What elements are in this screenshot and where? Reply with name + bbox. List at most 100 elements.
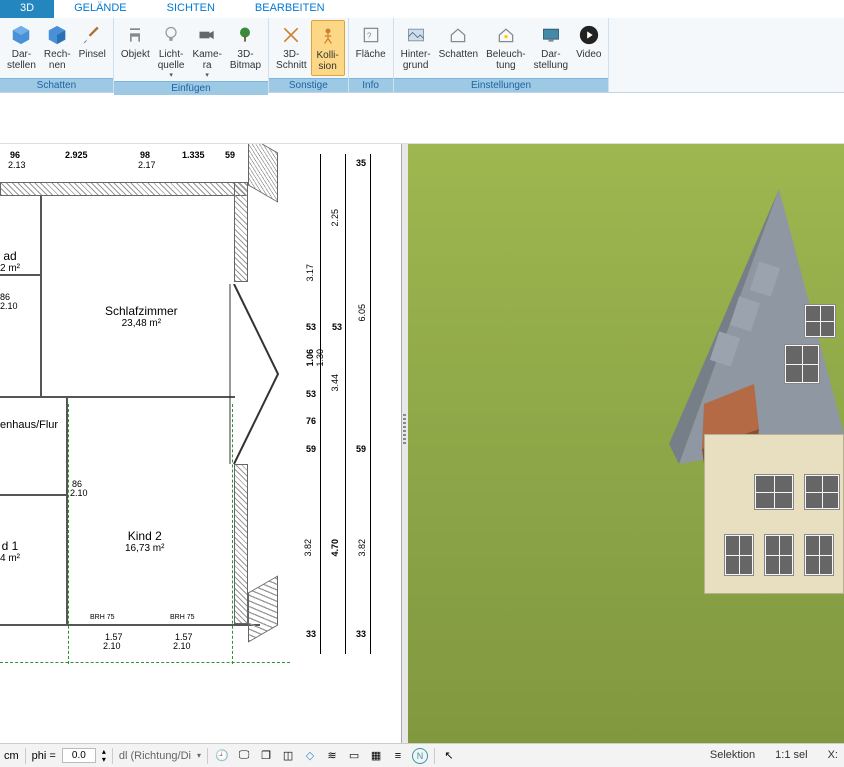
vd-382r: 3.82 — [357, 539, 367, 557]
lichtquelle-button[interactable]: Licht- quelle ▾ — [154, 20, 189, 79]
phi-label: phi = — [32, 750, 56, 762]
chair-icon — [123, 23, 147, 47]
darstellen-button[interactable]: Dar- stellen — [3, 20, 40, 76]
north-icon[interactable]: N — [412, 748, 428, 764]
vdimline2 — [345, 154, 346, 654]
hintergrund-button[interactable]: Hinter- grund — [397, 20, 435, 76]
wall-bottom — [0, 624, 260, 626]
diamond-icon[interactable]: ◇ — [302, 748, 318, 764]
dim-top-1b: 2.13 — [8, 160, 26, 170]
dim-top-5: 59 — [225, 150, 235, 160]
iw1 — [0, 274, 40, 276]
selektion-label: Selektion — [710, 749, 755, 761]
flaeche-button[interactable]: ? Fläche — [352, 20, 390, 76]
md5: 2.10 — [103, 641, 121, 651]
clock-icon[interactable]: 🕘 — [214, 748, 230, 764]
vd-35: 35 — [356, 158, 366, 168]
monitor-icon[interactable]: 🖵 — [236, 748, 252, 764]
pinsel-button[interactable]: Pinsel — [75, 20, 110, 76]
vd-106: 1.06 — [305, 349, 315, 367]
vd-382l: 3.82 — [303, 539, 313, 557]
tab-sichten[interactable]: SICHTEN — [147, 0, 235, 18]
x-label: X: — [828, 749, 838, 761]
vd-225: 2.25 — [330, 209, 340, 227]
area-icon: ? — [359, 23, 383, 47]
stack-icon[interactable]: ≋ — [324, 748, 340, 764]
play-icon — [577, 23, 601, 47]
room-kind2: Kind 2 16,73 m² — [125, 529, 164, 554]
tab-3d[interactable]: 3D — [0, 0, 54, 18]
ribbon-group-einfuegen: Objekt Licht- quelle ▾ Kame- ra ▾ — [114, 18, 269, 92]
plan-view-pane[interactable]: 96 2.13 2.925 98 2.17 1.335 59 — [0, 144, 402, 743]
room-ad: ad 2 m² — [0, 249, 20, 274]
unit-label: cm — [4, 750, 19, 762]
ribbon-group-schatten: Dar- stellen Rech- nen Pinsel Schatten — [0, 18, 114, 92]
layers-icon[interactable]: ❐ — [258, 748, 274, 764]
floorplan: 96 2.13 2.925 98 2.17 1.335 59 — [0, 144, 401, 743]
room-schlafzimmer: Schlafzimmer 23,48 m² — [105, 304, 178, 329]
ribbon-label-sonstige: Sonstige — [269, 78, 348, 92]
cube-small-icon[interactable]: ◫ — [280, 748, 296, 764]
grid-icon[interactable]: ▦ — [368, 748, 384, 764]
phi-input[interactable] — [62, 748, 96, 763]
camera-icon — [195, 23, 219, 47]
dim-top-1: 96 — [10, 150, 20, 160]
3d-bitmap-button[interactable]: 3D- Bitmap — [226, 20, 265, 79]
vd-76: 76 — [306, 416, 316, 426]
background-icon — [404, 23, 428, 47]
status-right: Selektion 1:1 sel X: — [710, 745, 838, 765]
chevron-down-icon[interactable]: ▾ — [197, 751, 201, 760]
chevron-down-icon: ▾ — [169, 71, 173, 79]
vd-317: 3.17 — [305, 264, 315, 282]
phi-spinner-icon[interactable]: ▴▾ — [102, 748, 106, 764]
schatten-button[interactable]: Schatten — [435, 20, 482, 76]
dim-top-3: 98 — [140, 150, 150, 160]
calc-icon — [45, 23, 69, 47]
ribbon-label-schatten: Schatten — [0, 78, 113, 92]
workspace: 96 2.13 2.925 98 2.17 1.335 59 — [0, 143, 844, 743]
vdimline3 — [370, 154, 371, 654]
vd-470: 4.70 — [330, 539, 340, 557]
objekt-button[interactable]: Objekt — [117, 20, 154, 79]
video-button[interactable]: Video — [572, 20, 605, 76]
3d-schnitt-button[interactable]: 3D- Schnitt — [272, 20, 311, 76]
darstellung-button[interactable]: Dar- stellung — [530, 20, 572, 76]
roof-hatch-1 — [248, 144, 278, 203]
cursor-icon[interactable]: ↖ — [441, 748, 457, 764]
kollision-button[interactable]: Kolli- sion — [311, 20, 345, 76]
brush-icon — [80, 23, 104, 47]
dim-top-3b: 2.17 — [138, 160, 156, 170]
tree-icon — [233, 23, 257, 47]
main-tabs: 3D GELÄNDE SICHTEN BEARBEITEN — [0, 0, 844, 18]
vd-344: 3.44 — [330, 374, 340, 392]
svg-text:?: ? — [366, 30, 371, 40]
person-icon — [316, 24, 340, 48]
ribbon-label-einstellungen: Einstellungen — [394, 78, 609, 92]
3d-view-pane[interactable] — [408, 144, 844, 743]
guide-h1 — [0, 662, 290, 663]
iw5 — [0, 494, 66, 496]
sheet-icon[interactable]: ▭ — [346, 748, 362, 764]
kamera-button[interactable]: Kame- ra ▾ — [188, 20, 225, 79]
md3: 2.10 — [0, 301, 18, 311]
tab-gelaende[interactable]: GELÄNDE — [54, 0, 147, 18]
rechnen-button[interactable]: Rech- nen — [40, 20, 75, 76]
vd-605: 6.05 — [357, 304, 367, 322]
vd-33a: 33 — [306, 629, 316, 639]
house-light-icon — [494, 23, 518, 47]
beleuchtung-button[interactable]: Beleuch- tung — [482, 20, 529, 76]
cube-icon — [9, 23, 33, 47]
chevron-down-icon: ▾ — [205, 71, 209, 79]
vd-59b: 59 — [356, 444, 366, 454]
tab-bearbeiten[interactable]: BEARBEITEN — [235, 0, 345, 18]
dim-top-2: 2.925 — [65, 150, 88, 160]
vd-53c: 53 — [306, 389, 316, 399]
wall-top — [0, 182, 248, 196]
ribbon-group-sonstige: 3D- Schnitt Kolli- sion Sonstige — [269, 18, 349, 92]
md7: 2.10 — [173, 641, 191, 651]
vd-130: 1.30 — [315, 349, 325, 367]
bay-window — [200, 284, 280, 464]
guide-v1 — [68, 404, 69, 664]
direction-label: dl (Richtung/Di — [119, 750, 191, 762]
lines-icon[interactable]: ≡ — [390, 748, 406, 764]
